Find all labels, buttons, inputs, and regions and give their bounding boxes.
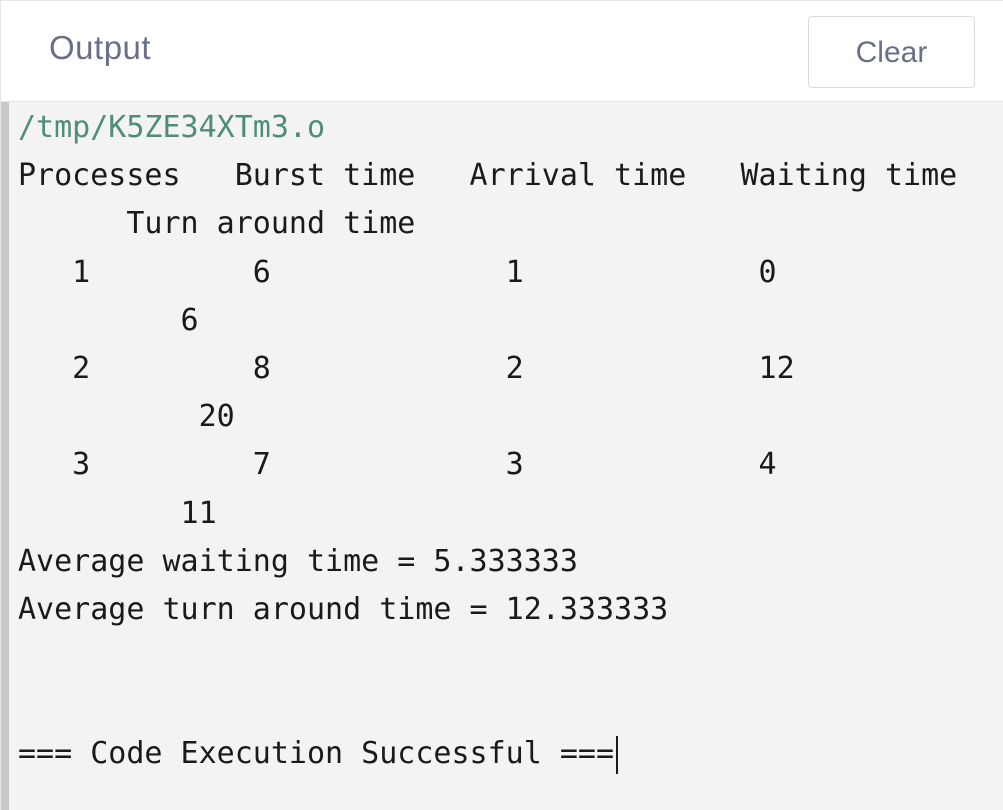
console-line-row-3-wrap: 11 [18, 495, 217, 531]
console-line-row-1: 1 6 1 0 [18, 254, 777, 290]
console-line-row-3: 3 7 3 4 [18, 447, 777, 483]
output-header: Output Clear [1, 0, 1003, 102]
console-line-status: === Code Execution Successful === [18, 730, 957, 778]
console-line-row-2-wrap: 20 [18, 399, 235, 435]
panel-title: Output [49, 29, 152, 66]
console-line-avg-waiting: Average waiting time = 5.333333 [18, 543, 578, 579]
console-line-table-header-wrap: Turn around time [18, 206, 416, 242]
console-line-row-2: 2 8 2 12 [18, 350, 795, 386]
console-line-blank [18, 634, 957, 682]
output-panel: Output Clear /tmp/K5ZE34XTm3.o Processes… [0, 0, 1003, 810]
console-line-avg-turnaround: Average turn around time = 12.333333 [18, 591, 669, 627]
console-line-path: /tmp/K5ZE34XTm3.o [18, 110, 326, 145]
console-output[interactable]: /tmp/K5ZE34XTm3.o Processes Burst time A… [1, 102, 1003, 810]
console-line-row-1-wrap: 6 [18, 302, 199, 338]
clear-button[interactable]: Clear [808, 16, 975, 88]
console-line-blank [18, 682, 957, 730]
console-lines: /tmp/K5ZE34XTm3.o Processes Burst time A… [18, 104, 957, 779]
status-text: === Code Execution Successful === [18, 736, 615, 772]
text-cursor [616, 735, 619, 774]
console-line-table-header: Processes Burst time Arrival time Waitin… [18, 158, 958, 194]
